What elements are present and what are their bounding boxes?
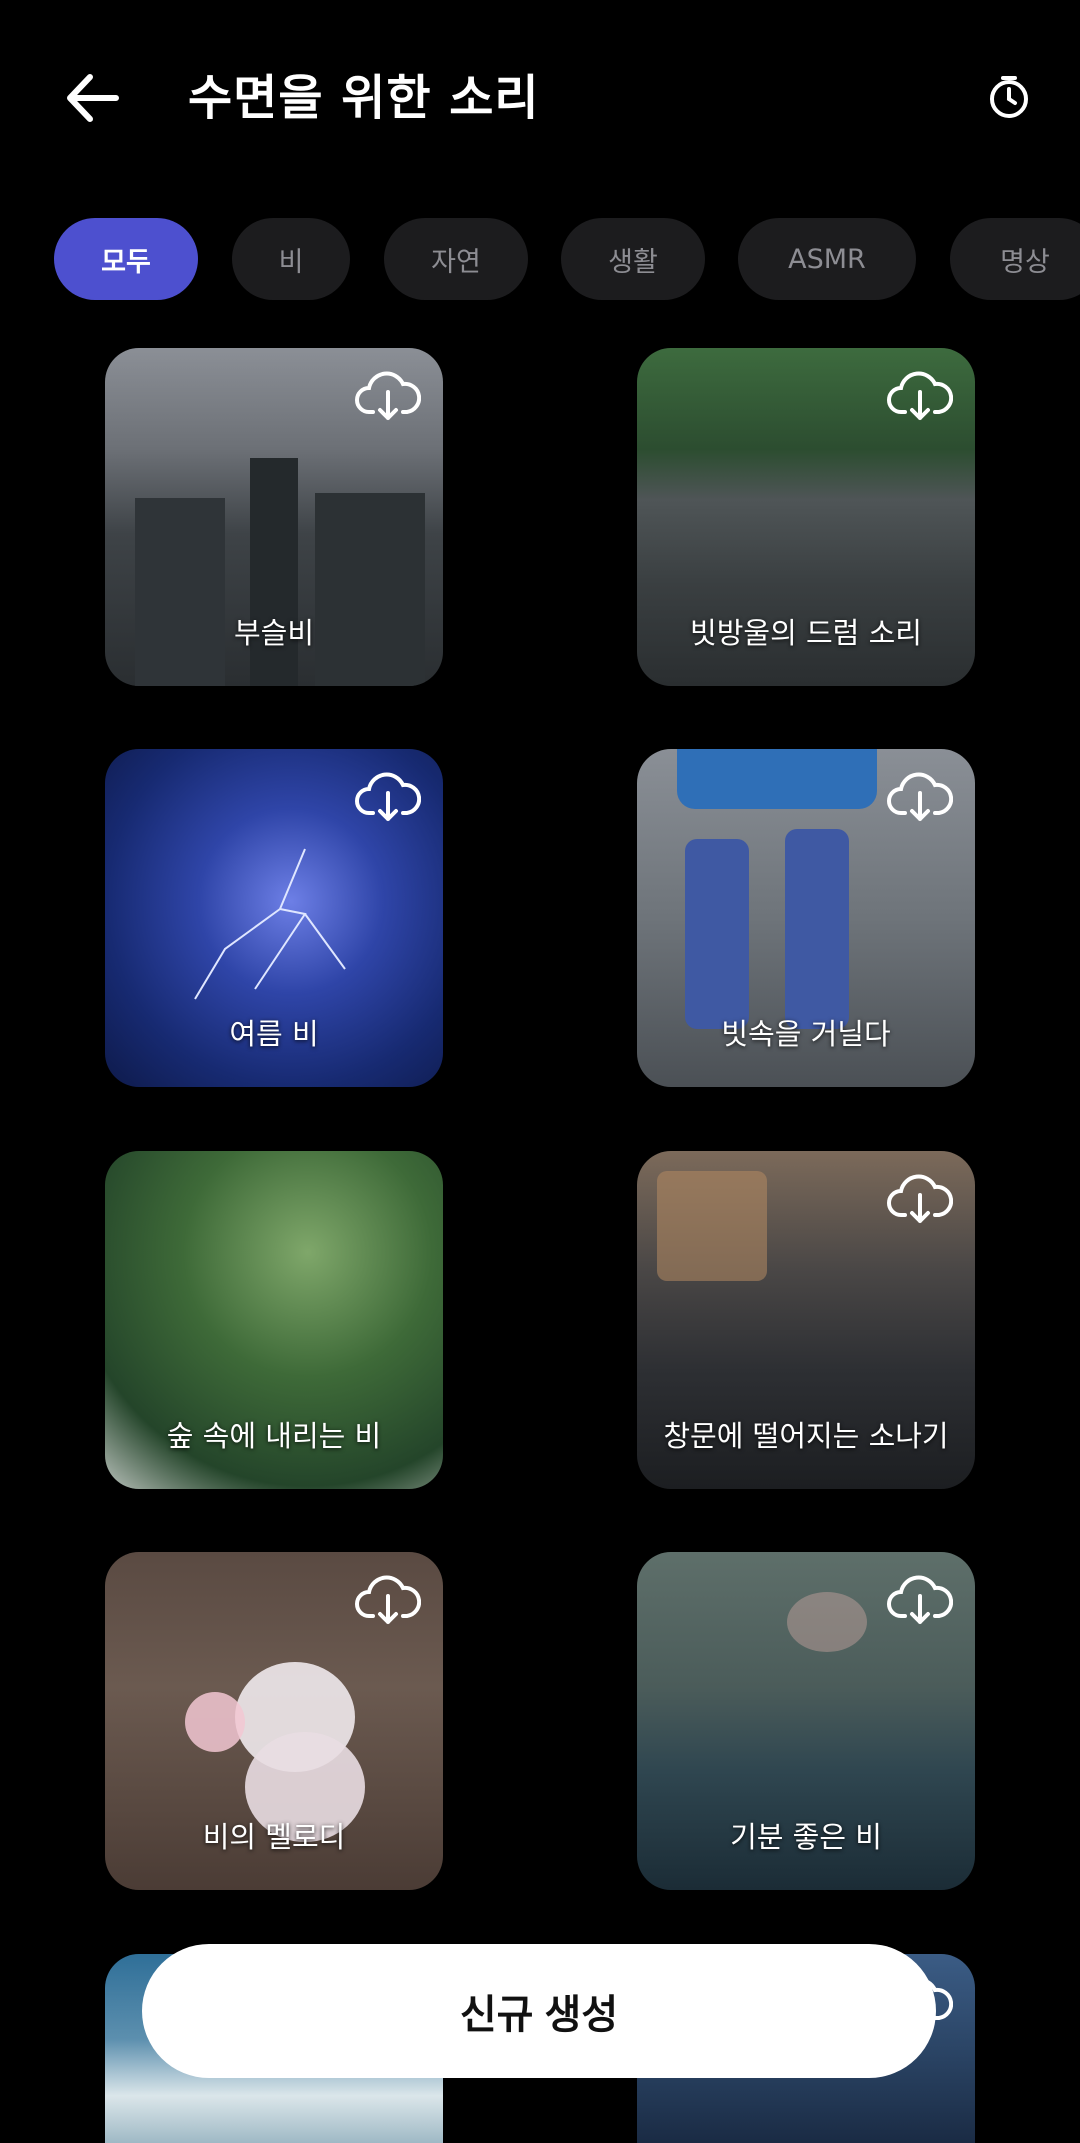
card-label: 기분 좋은 비 <box>730 1820 882 1854</box>
card-label: 빗속을 거닐다 <box>721 1017 891 1051</box>
stopwatch-icon <box>990 76 1028 118</box>
create-new-button[interactable]: 신규 생성 <box>142 1944 936 2078</box>
cloud-download-icon[interactable] <box>355 1574 421 1628</box>
card-label: 부슬비 <box>233 616 315 650</box>
category-filter-bar: 모두 비 자연 생활 ASMR 명상 <box>54 218 1080 300</box>
chip-asmr[interactable]: ASMR <box>738 218 916 300</box>
sound-card-window-shower[interactable]: 창문에 떨어지는 소나기 <box>637 1151 975 1489</box>
cloud-download-icon[interactable] <box>887 370 953 424</box>
sound-card-walk-in-rain[interactable]: 빗속을 거닐다 <box>637 749 975 1087</box>
cloud-download-icon[interactable] <box>355 370 421 424</box>
timer-button[interactable] <box>986 74 1032 120</box>
sound-grid: 부슬비 빗방울의 드럼 소리 여름 비 빗속을 거닐다 숲 속에 내리는 비 창… <box>0 348 1080 2143</box>
top-bar: 수면을 위한 소리 <box>0 0 1080 200</box>
cloud-download-icon[interactable] <box>887 1574 953 1628</box>
card-label: 숲 속에 내리는 비 <box>166 1419 382 1453</box>
sound-card-raindrop-drum[interactable]: 빗방울의 드럼 소리 <box>637 348 975 686</box>
sound-card-drizzle[interactable]: 부슬비 <box>105 348 443 686</box>
chip-nature[interactable]: 자연 <box>384 218 528 300</box>
back-button[interactable] <box>60 66 124 130</box>
card-label: 창문에 떨어지는 소나기 <box>663 1419 949 1453</box>
page-title: 수면을 위한 소리 <box>188 70 540 126</box>
chip-life[interactable]: 생활 <box>561 218 705 300</box>
card-label: 여름 비 <box>229 1017 319 1051</box>
sound-card-summer-rain[interactable]: 여름 비 <box>105 749 443 1087</box>
chip-meditation[interactable]: 명상 <box>950 218 1080 300</box>
cloud-download-icon[interactable] <box>355 771 421 825</box>
chip-all[interactable]: 모두 <box>54 218 198 300</box>
card-label: 빗방울의 드럼 소리 <box>690 616 922 650</box>
cloud-download-icon[interactable] <box>887 771 953 825</box>
chip-rain[interactable]: 비 <box>232 218 350 300</box>
sound-card-forest-rain[interactable]: 숲 속에 내리는 비 <box>105 1151 443 1489</box>
arrow-left-icon <box>67 74 119 122</box>
card-label: 비의 멜로디 <box>202 1820 346 1854</box>
sound-card-rain-melody[interactable]: 비의 멜로디 <box>105 1552 443 1890</box>
sound-card-pleasant-rain[interactable]: 기분 좋은 비 <box>637 1552 975 1890</box>
cloud-download-icon[interactable] <box>887 1173 953 1227</box>
